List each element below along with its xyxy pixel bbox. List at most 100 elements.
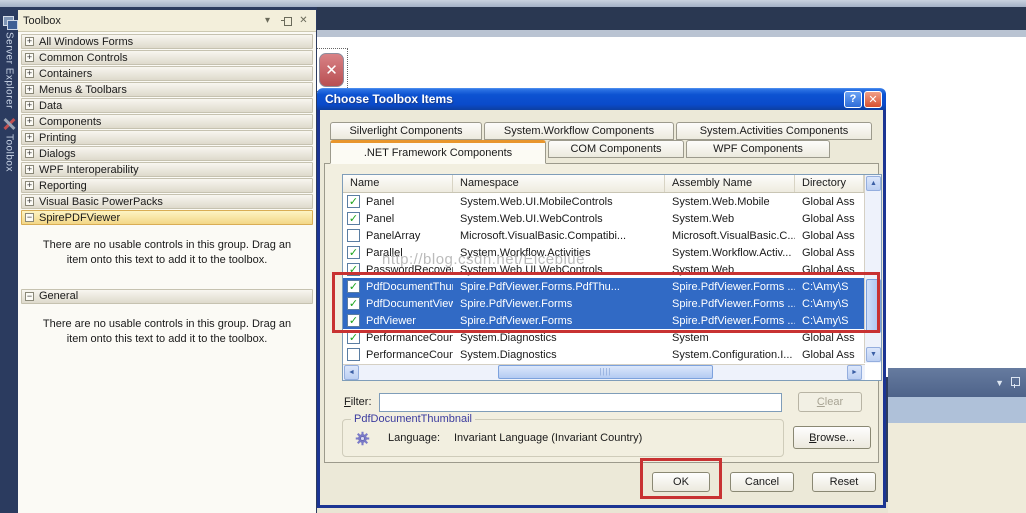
table-row[interactable]: ✓ PdfDocumentThumbnail Spire.PdfViewer.F… — [343, 278, 864, 295]
component-name: PdfViewer — [366, 315, 416, 327]
toolbox-group-header[interactable]: − SpirePDFViewer — [21, 210, 313, 225]
chevron-down-icon[interactable]: ▼ — [995, 378, 1004, 388]
tab-system-workflow-components[interactable]: System.Workflow Components — [484, 122, 674, 140]
dialog-tab-row-back: Silverlight ComponentsSystem.Workflow Co… — [330, 122, 872, 140]
toolbox-group-header[interactable]: + Visual Basic PowerPacks — [21, 194, 313, 209]
table-row[interactable]: ✓ PerformanceCounterI... System.Diagnost… — [343, 346, 864, 363]
component-assembly: Spire.PdfViewer.Forms ... — [665, 315, 795, 327]
row-checkbox[interactable]: ✓ — [347, 297, 360, 310]
vertical-scrollbar[interactable]: ▲ ▼ — [864, 175, 881, 363]
toolbox-group-header[interactable]: + Reporting — [21, 178, 313, 193]
expand-collapse-icon[interactable]: + — [25, 165, 34, 174]
component-assembly: System.Web.Mobile — [665, 196, 795, 208]
scroll-down-icon[interactable]: ▼ — [866, 347, 881, 362]
docked-panel-titlebar[interactable]: ▼ — [888, 368, 1026, 397]
toolbox-group-header[interactable]: + Printing — [21, 130, 313, 145]
tab-wpf-components[interactable]: WPF Components — [686, 140, 830, 158]
row-checkbox[interactable]: ✓ — [347, 246, 360, 259]
scroll-up-icon[interactable]: ▲ — [866, 176, 881, 191]
component-directory: Global Ass — [795, 332, 864, 344]
browse-button[interactable]: Browse... — [793, 426, 871, 449]
tab-com-components[interactable]: COM Components — [548, 140, 684, 158]
toolbox-group-header[interactable]: + Menus & Toolbars — [21, 82, 313, 97]
tab-silverlight-components[interactable]: Silverlight Components — [330, 122, 482, 140]
table-row[interactable]: ✓ PdfViewer Spire.PdfViewer.Forms Spire.… — [343, 312, 864, 329]
component-assembly: System — [665, 332, 795, 344]
row-checkbox[interactable]: ✓ — [347, 212, 360, 225]
table-row[interactable]: ✓ PerformanceCounter System.Diagnostics … — [343, 329, 864, 346]
expand-collapse-icon[interactable]: + — [25, 53, 34, 62]
row-checkbox[interactable]: ✓ — [347, 195, 360, 208]
toolbox-group-header[interactable]: + WPF Interoperability — [21, 162, 313, 177]
close-icon[interactable]: ✕ — [864, 91, 882, 108]
vertical-scroll-thumb[interactable] — [866, 279, 881, 333]
cancel-button[interactable]: Cancel — [730, 472, 794, 492]
toolbox-group-label: All Windows Forms — [39, 36, 133, 48]
table-row[interactable]: ✓ Panel System.Web.UI.MobileControls Sys… — [343, 193, 864, 210]
auto-hide-pin-icon[interactable] — [278, 14, 293, 28]
toolbox-group-label: Containers — [39, 68, 92, 80]
toolbox-group-header[interactable]: − General — [21, 289, 313, 304]
rail-tab-toolbox[interactable]: Toolbox — [0, 115, 18, 172]
row-checkbox[interactable]: ✓ — [347, 280, 360, 293]
docked-panel-body — [888, 423, 1026, 513]
column-header-assembly[interactable]: Assembly Name — [665, 175, 795, 192]
filter-row: Filter: Clear — [344, 391, 864, 413]
column-header-namespace[interactable]: Namespace — [453, 175, 665, 192]
scroll-right-icon[interactable]: ► — [847, 365, 862, 380]
table-row[interactable]: ✓ PanelArray Microsoft.VisualBasic.Compa… — [343, 227, 864, 244]
expand-collapse-icon[interactable]: + — [25, 197, 34, 206]
component-directory: Global Ass — [795, 247, 864, 259]
expand-collapse-icon[interactable]: − — [25, 292, 34, 301]
expand-collapse-icon[interactable]: + — [25, 37, 34, 46]
help-icon[interactable]: ? — [844, 91, 862, 108]
row-checkbox[interactable]: ✓ — [347, 331, 360, 344]
window-menu-icon[interactable]: ▾ — [260, 14, 275, 28]
toolbox-group-header[interactable]: + Components — [21, 114, 313, 129]
table-row[interactable]: ✓ PdfDocumentViewer Spire.PdfViewer.Form… — [343, 295, 864, 312]
expand-collapse-icon[interactable]: + — [25, 85, 34, 94]
window-top-strip — [0, 0, 1026, 7]
toolbox-titlebar[interactable]: Toolbox ▾ ✕ — [18, 10, 316, 32]
toolbox-group-header[interactable]: + Containers — [21, 66, 313, 81]
expand-collapse-icon[interactable]: + — [25, 117, 34, 126]
component-name: Parallel — [366, 247, 403, 259]
pin-icon[interactable] — [1011, 377, 1020, 388]
tab-system-activities-components[interactable]: System.Activities Components — [676, 122, 872, 140]
designed-close-button[interactable]: ✕ — [319, 53, 344, 87]
expand-collapse-icon[interactable]: + — [25, 181, 34, 190]
filter-input[interactable] — [379, 393, 782, 412]
expand-collapse-icon[interactable]: + — [25, 101, 34, 110]
row-checkbox[interactable]: ✓ — [347, 348, 360, 361]
dialog-tab-row-front: .NET Framework ComponentsCOM ComponentsW… — [330, 140, 830, 164]
table-row[interactable]: ✓ Parallel System.Workflow.Activities Sy… — [343, 244, 864, 261]
horizontal-scrollbar[interactable]: ◄ ► — [343, 364, 865, 380]
component-namespace: System.Diagnostics — [453, 332, 665, 344]
row-checkbox[interactable]: ✓ — [347, 314, 360, 327]
reset-button[interactable]: Reset — [812, 472, 876, 492]
toolbox-group-header[interactable]: + Data — [21, 98, 313, 113]
expand-collapse-icon[interactable]: + — [25, 69, 34, 78]
rail-tab-server-explorer[interactable]: Server Explorer — [0, 13, 18, 109]
row-checkbox[interactable]: ✓ — [347, 229, 360, 242]
ok-button[interactable]: OK — [652, 472, 710, 492]
table-row[interactable]: ✓ PasswordRecovery System.Web.UI.WebCont… — [343, 261, 864, 278]
component-name: PerformanceCounterI... — [366, 349, 453, 361]
toolbox-group-header[interactable]: + All Windows Forms — [21, 34, 313, 49]
column-header-name[interactable]: Name — [343, 175, 453, 192]
dialog-titlebar[interactable]: Choose Toolbox Items ? ✕ — [317, 88, 886, 110]
dialog-title: Choose Toolbox Items — [325, 92, 842, 106]
clear-button[interactable]: Clear — [798, 392, 862, 412]
expand-collapse-icon[interactable]: − — [25, 213, 34, 222]
table-row[interactable]: ✓ Panel System.Web.UI.WebControls System… — [343, 210, 864, 227]
close-icon[interactable]: ✕ — [296, 14, 311, 28]
row-checkbox[interactable]: ✓ — [347, 263, 360, 276]
toolbox-group-header[interactable]: + Dialogs — [21, 146, 313, 161]
scroll-left-icon[interactable]: ◄ — [344, 365, 359, 380]
tab--net-framework-components[interactable]: .NET Framework Components — [330, 140, 546, 164]
expand-collapse-icon[interactable]: + — [25, 149, 34, 158]
column-header-directory[interactable]: Directory — [795, 175, 864, 192]
expand-collapse-icon[interactable]: + — [25, 133, 34, 142]
toolbox-group-header[interactable]: + Common Controls — [21, 50, 313, 65]
horizontal-scroll-thumb[interactable] — [498, 365, 713, 379]
